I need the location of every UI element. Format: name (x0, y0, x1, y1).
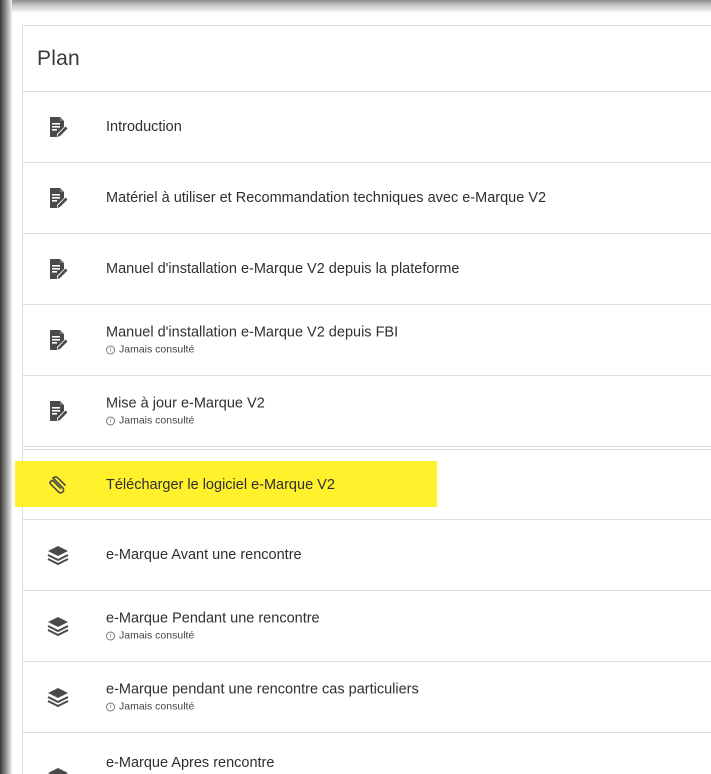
plan-item-text: e-Marque Apres rencontre (106, 755, 274, 771)
status-text: Jamais consulté (119, 629, 195, 642)
plan-item-text: e-Marque Pendant une rencontre i Jamais … (106, 611, 320, 642)
plan-item-pendant-rencontre[interactable]: e-Marque Pendant une rencontre i Jamais … (23, 591, 711, 662)
layers-icon (47, 766, 69, 774)
status-line: i Jamais consulté (106, 701, 419, 713)
info-icon: i (106, 416, 115, 425)
layers-icon (47, 686, 69, 708)
plan-item-label[interactable]: Télécharger le logiciel e-Marque V2 (106, 477, 335, 493)
document-edit-icon (47, 116, 69, 138)
plan-header: Plan (23, 26, 711, 92)
status-line: i Jamais consulté (106, 630, 320, 642)
paperclip-icon (47, 474, 69, 496)
plan-item-mise-a-jour[interactable]: Mise à jour e-Marque V2 i Jamais consult… (23, 376, 711, 447)
info-icon: i (106, 702, 115, 711)
plan-item-cas-particuliers[interactable]: e-Marque pendant une rencontre cas parti… (23, 662, 711, 733)
document-edit-icon (47, 329, 69, 351)
plan-item-text: Télécharger le logiciel e-Marque V2 (106, 477, 335, 493)
left-shadow (0, 0, 12, 774)
plan-item-label[interactable]: Matériel à utiliser et Recommandation te… (106, 190, 546, 206)
status-line: i Jamais consulté (106, 415, 265, 427)
plan-item-text: Manuel d'installation e-Marque V2 depuis… (106, 261, 459, 277)
plan-item-introduction[interactable]: Introduction (23, 92, 711, 163)
plan-title: Plan (37, 46, 80, 70)
plan-item-label[interactable]: Introduction (106, 119, 182, 135)
screenshot-frame: Plan Introduction Matériel à utiliser et… (0, 0, 711, 774)
plan-panel: Plan Introduction Matériel à utiliser et… (15, 25, 711, 774)
plan-item-text: e-Marque Avant une rencontre (106, 547, 302, 563)
status-line: i Jamais consulté (106, 344, 398, 356)
plan-item-telecharger[interactable]: Télécharger le logiciel e-Marque V2 (15, 449, 711, 520)
plan-item-avant-rencontre[interactable]: e-Marque Avant une rencontre (23, 520, 711, 591)
status-text: Jamais consulté (119, 343, 195, 356)
document-edit-icon (47, 258, 69, 280)
document-edit-icon (47, 400, 69, 422)
plan-item-label[interactable]: e-Marque Avant une rencontre (106, 547, 302, 563)
plan-item-text: Introduction (106, 119, 182, 135)
plan-item-installation-fbi[interactable]: Manuel d'installation e-Marque V2 depuis… (23, 305, 711, 376)
status-text: Jamais consulté (119, 414, 195, 427)
info-icon: i (106, 345, 115, 354)
plan-item-label[interactable]: Mise à jour e-Marque V2 (106, 396, 265, 412)
plan-item-text: Manuel d'installation e-Marque V2 depuis… (106, 325, 398, 356)
plan-item-text: Matériel à utiliser et Recommandation te… (106, 190, 546, 206)
plan-item-apres-rencontre[interactable]: e-Marque Apres rencontre (23, 733, 711, 774)
plan-item-label[interactable]: e-Marque Apres rencontre (106, 755, 274, 771)
plan-item-materiel[interactable]: Matériel à utiliser et Recommandation te… (23, 163, 711, 234)
plan-item-label[interactable]: e-Marque pendant une rencontre cas parti… (106, 682, 419, 698)
plan-item-installation-plateforme[interactable]: Manuel d'installation e-Marque V2 depuis… (23, 234, 711, 305)
plan-item-text: e-Marque pendant une rencontre cas parti… (106, 682, 419, 713)
document-edit-icon (47, 187, 69, 209)
top-shadow (0, 0, 711, 12)
status-text: Jamais consulté (119, 700, 195, 713)
layers-icon (47, 544, 69, 566)
plan-item-label[interactable]: e-Marque Pendant une rencontre (106, 611, 320, 627)
info-icon: i (106, 631, 115, 640)
plan-item-label[interactable]: Manuel d'installation e-Marque V2 depuis… (106, 261, 459, 277)
layers-icon (47, 615, 69, 637)
plan-item-text: Mise à jour e-Marque V2 i Jamais consult… (106, 396, 265, 427)
plan-item-label[interactable]: Manuel d'installation e-Marque V2 depuis… (106, 325, 398, 341)
